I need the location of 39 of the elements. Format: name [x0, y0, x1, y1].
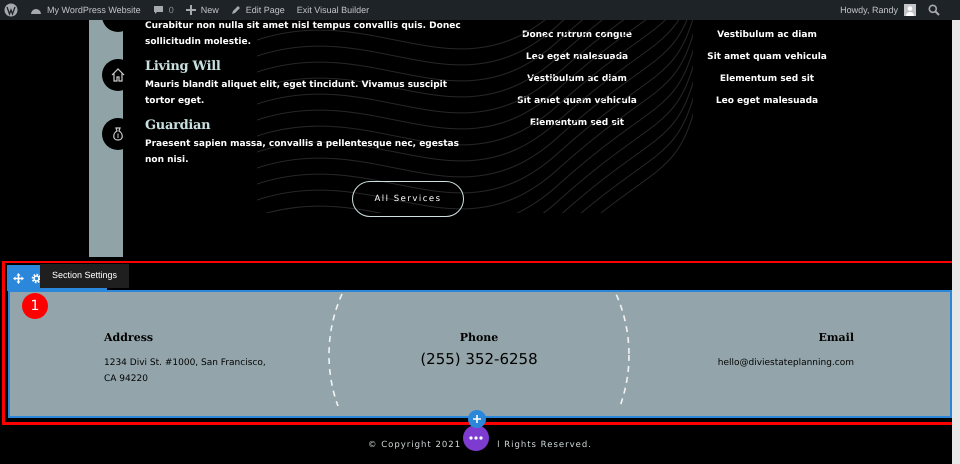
comment-icon — [152, 5, 164, 15]
tooltip: Section Settings — [40, 264, 130, 288]
more-icon — [469, 436, 483, 440]
service-description: Curabitur non nulla sit amet nisl tempus convallis quis. Donec sollicitudin molestie. — [145, 20, 462, 49]
site-link[interactable]: My WordPress Website — [30, 5, 141, 15]
plus-icon — [473, 415, 481, 423]
service-title: Guardian — [145, 118, 212, 133]
email-address: hello@diviestateplanning.com — [716, 357, 854, 370]
service-list-item: Leo eget malesuada — [716, 95, 818, 108]
service-description: Mauris blandit aliquet elit, eget tincidunt. Vivamus suscipit tortor eget. — [145, 79, 448, 108]
exit-builder-link[interactable]: Exit Visual Builder — [296, 5, 370, 15]
service-title: Living Will — [145, 59, 222, 74]
comments-link[interactable]: 0 — [152, 5, 174, 15]
contact-heading: Phone — [460, 331, 498, 344]
all-services-button[interactable]: All Services — [352, 181, 464, 217]
service-list-item: Sit amet quam vehicula — [517, 95, 637, 108]
new-link[interactable]: New — [186, 5, 219, 15]
contact-heading: Address — [104, 331, 154, 344]
copyright-text: l Rights Reserved. — [497, 440, 592, 450]
service-list-item: Sit amet quam vehicula — [707, 51, 827, 64]
scrollbar[interactable] — [952, 20, 960, 464]
plus-icon — [186, 5, 196, 15]
user-greeting[interactable]: Howdy, Randy — [840, 5, 898, 15]
copyright-text: © Copyright 2021 — [368, 440, 462, 450]
service-list-item: Elementum sed sit — [720, 73, 814, 86]
settings-icon[interactable] — [31, 272, 42, 284]
more-options-button[interactable] — [463, 425, 489, 451]
service-list-item: Elementum sed sit — [530, 117, 624, 130]
wordpress-logo-icon[interactable] — [4, 3, 18, 17]
service-list-item: Vestibulum ac diam — [717, 29, 817, 42]
search-icon[interactable] — [928, 4, 940, 16]
service-description: Praesent sapien massa, convallis a pellentesque nec, egestas non nisi. — [145, 138, 460, 167]
address-text: 1234 Divi St. #1000, San Francisco, CA 94220 — [104, 357, 267, 386]
contact-heading: Email — [818, 331, 854, 344]
move-icon[interactable] — [13, 272, 24, 284]
phone-number: (255) 352-6258 — [419, 351, 539, 367]
edit-page-link[interactable]: Edit Page — [230, 5, 285, 15]
pencil-icon — [230, 5, 241, 15]
service-list-item: Vestibulum ac diam — [527, 73, 627, 86]
